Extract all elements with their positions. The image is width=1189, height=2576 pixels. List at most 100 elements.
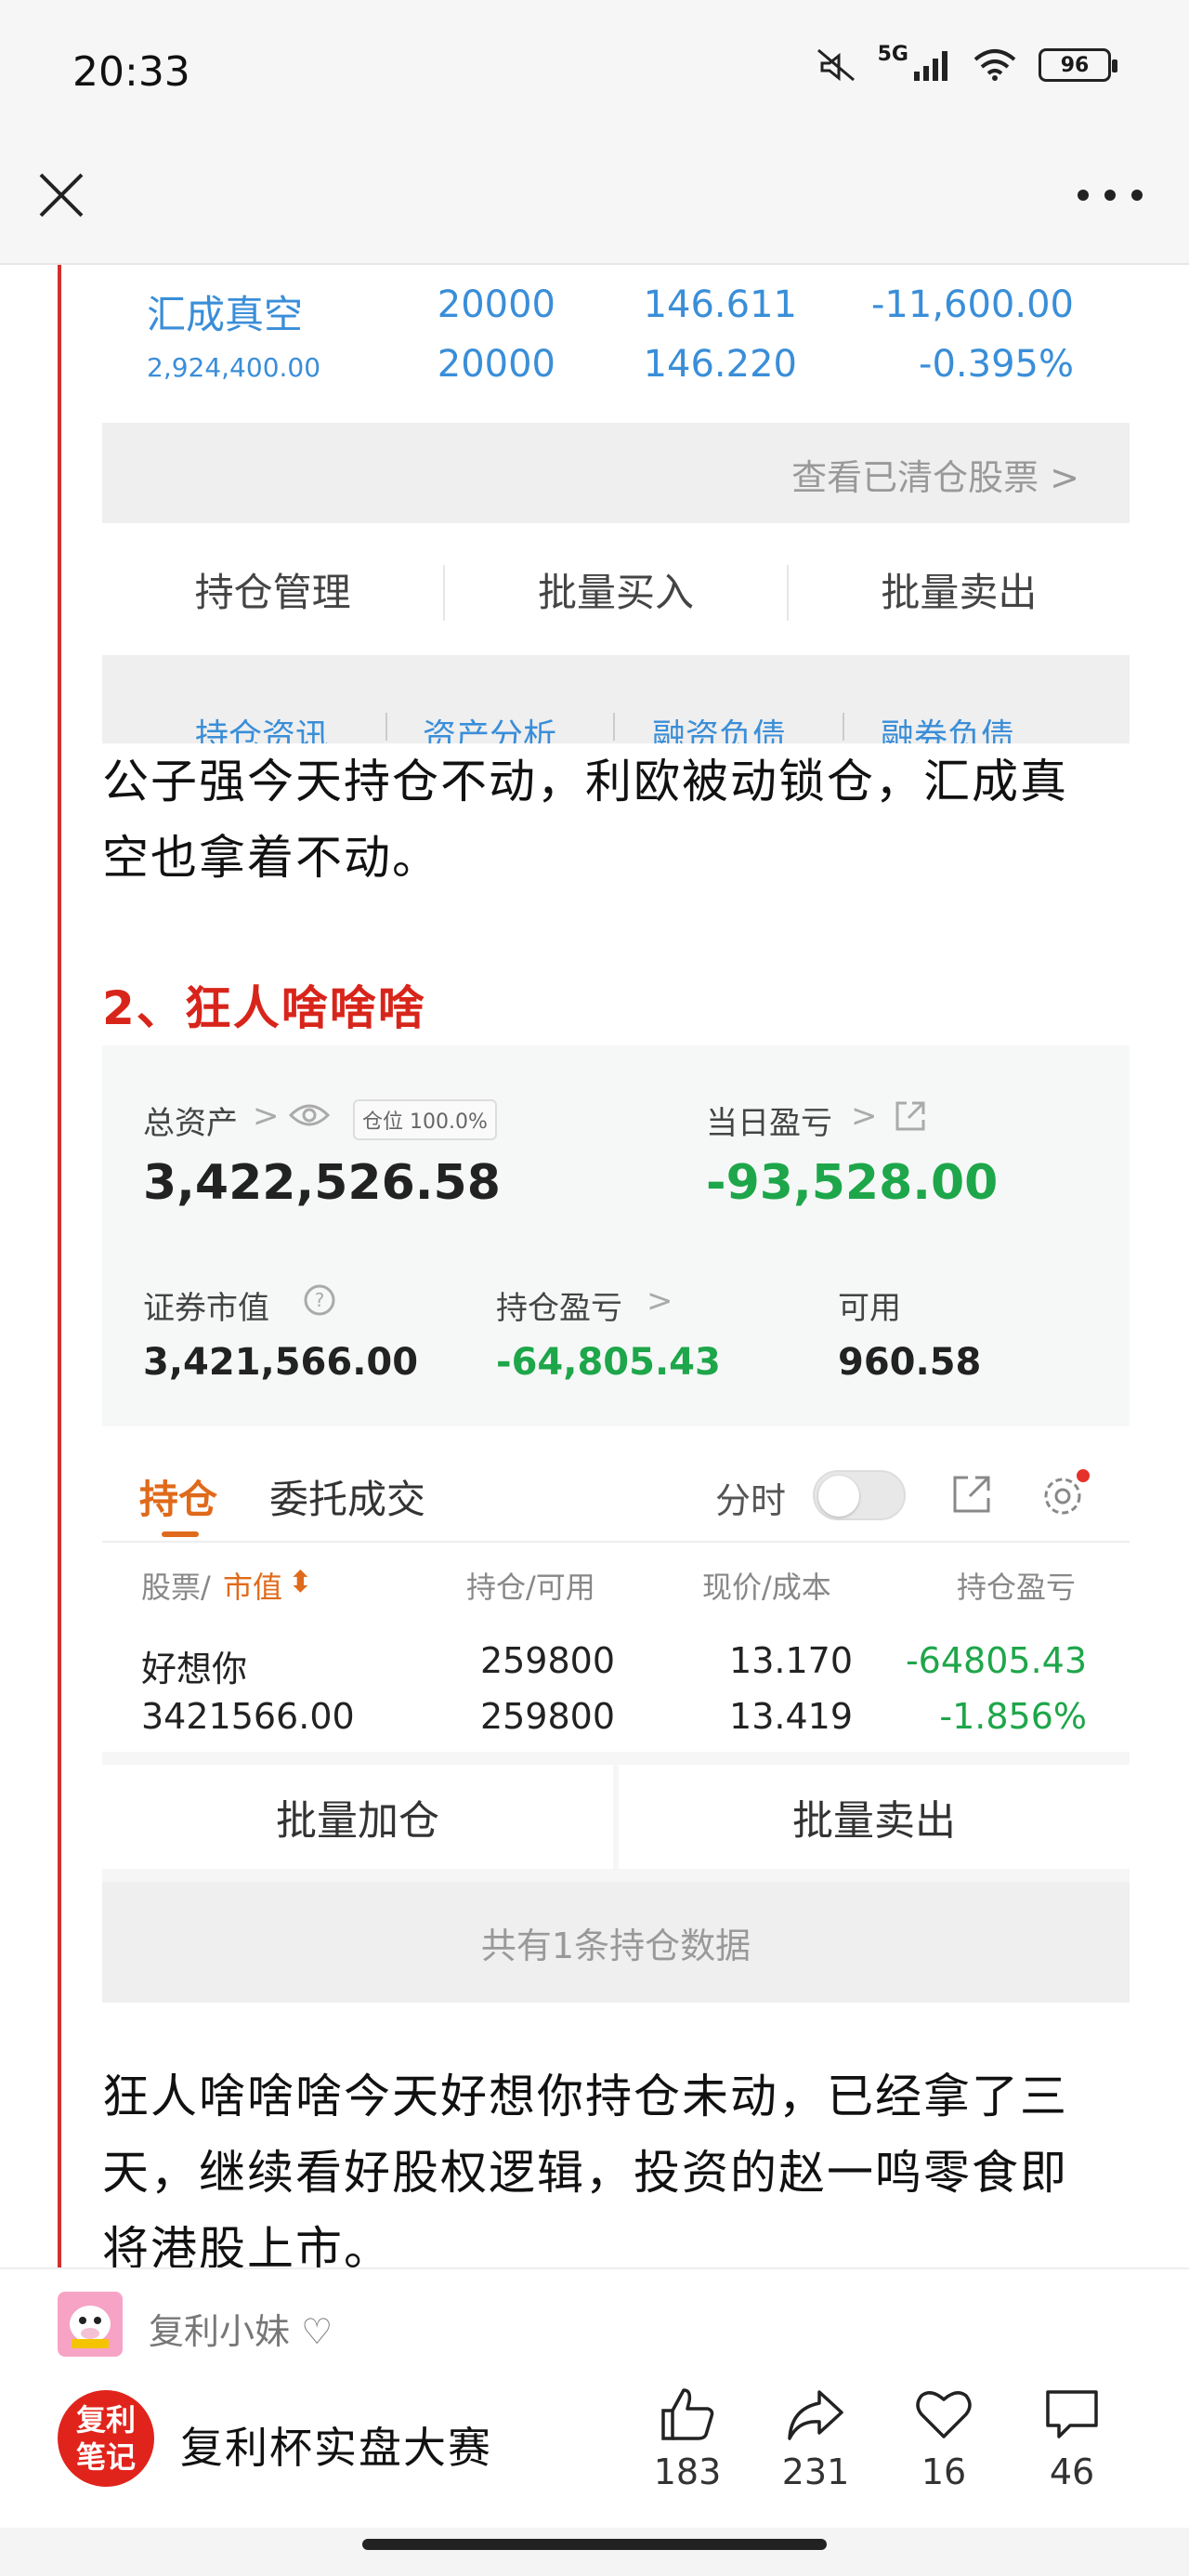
- timeshare-label: 分时: [715, 1480, 787, 1521]
- holdings-actions: 持仓管理 批量买入 批量卖出: [102, 523, 1130, 663]
- help-icon: ?: [304, 1284, 335, 1316]
- stock-name: 好想你: [141, 1649, 248, 1689]
- market-value: 2,924,400.00: [147, 352, 321, 383]
- batch-sell-button: 批量卖出: [619, 1765, 1130, 1869]
- favorite-count: 16: [921, 2451, 967, 2492]
- tab-divider: [613, 713, 615, 741]
- holdings-screenshot-1: 汇成真空 20000 146.611 -11,600.00 2,924,400.…: [102, 265, 1130, 743]
- batch-sell-button: 批量卖出: [881, 570, 1038, 615]
- col-stock: 股票/: [141, 1570, 211, 1605]
- position-tabs: 持仓 委托成交 分时: [102, 1440, 1130, 1543]
- more-options-button[interactable]: [1078, 186, 1143, 204]
- tab-active-indicator: [162, 1531, 199, 1537]
- like-button[interactable]: 183: [641, 2386, 734, 2492]
- market-value: 3,421,566.00: [143, 1341, 419, 1384]
- holding-qty: 20000: [437, 283, 555, 326]
- chevron-right-icon: >: [253, 1097, 280, 1135]
- timeshare-toggle: [813, 1470, 906, 1520]
- manage-holdings-button: 持仓管理: [102, 565, 446, 621]
- mute-icon: [817, 48, 855, 82]
- network-label: 5G: [877, 42, 908, 66]
- brand-name[interactable]: 复利杯实盘大赛: [180, 2414, 492, 2476]
- holding-qty: 259800: [479, 1640, 615, 1681]
- account-summary: 总资产 > 仓位 100.0% 3,422,526.58 当日盈亏 > -93,…: [102, 1045, 1130, 1426]
- market-value: 3421566.00: [141, 1696, 355, 1737]
- info-tabs: 持仓资讯 资产分析 融资负债 融券负债: [102, 655, 1130, 743]
- brand-logo[interactable]: 复利笔记: [58, 2390, 154, 2487]
- home-indicator[interactable]: [362, 2539, 827, 2550]
- current-price: 13.170: [729, 1640, 853, 1681]
- status-icons: 5G 96: [815, 42, 1117, 84]
- cost-price: 146.220: [643, 343, 797, 386]
- holding-pnl: -11,600.00: [870, 283, 1074, 326]
- available-qty: 259800: [479, 1696, 615, 1737]
- settings-gear-icon: [1044, 1469, 1090, 1515]
- more-dot-icon: [1131, 190, 1143, 201]
- tab-holdings: 持仓: [139, 1477, 218, 1522]
- daily-pnl-value: -93,528.00: [706, 1155, 999, 1211]
- article-content[interactable]: 汇成真空 20000 146.611 -11,600.00 2,924,400.…: [0, 265, 1189, 2267]
- holdings-count: 共有1条持仓数据: [102, 1882, 1130, 2003]
- battery-icon: 96: [1039, 48, 1117, 82]
- signal-icon: [914, 51, 947, 81]
- nav-strip: [0, 2528, 1189, 2576]
- comment-button[interactable]: 46: [1026, 2386, 1118, 2492]
- position-ratio-badge: 仓位 100.0%: [353, 1099, 497, 1140]
- thumbs-up-icon: [661, 2388, 714, 2440]
- total-assets-label: 总资产: [143, 1105, 238, 1142]
- status-bar: 20:33 5G 96: [0, 0, 1189, 139]
- batch-buttons: 批量加仓 批量卖出: [102, 1752, 1130, 1882]
- wifi-icon: [973, 49, 1016, 81]
- export-icon: [953, 1476, 990, 1513]
- market-value-label: 证券市值: [143, 1290, 269, 1327]
- holdings-screenshot-2: 总资产 > 仓位 100.0% 3,422,526.58 当日盈亏 > -93,…: [102, 1045, 1130, 2058]
- comment-count: 46: [1049, 2451, 1095, 2492]
- holding-pnl: -64805.43: [905, 1640, 1087, 1681]
- battery-level: 96: [1060, 53, 1090, 77]
- available-qty: 20000: [437, 343, 555, 386]
- pnl-percent: -1.856%: [939, 1696, 1087, 1737]
- quote-bar: [58, 265, 61, 2267]
- share-out-icon: [895, 1101, 925, 1131]
- svg-text:?: ?: [315, 1289, 325, 1311]
- like-count: 183: [653, 2451, 722, 2492]
- share-arrow-icon: [788, 2390, 843, 2440]
- holding-row-line1: 汇成真空 20000 146.611 -11,600.00: [147, 283, 1074, 340]
- status-time: 20:33: [72, 48, 190, 96]
- tab-margin-debt: 融资负债: [652, 717, 787, 743]
- daily-pnl-label: 当日盈亏: [706, 1105, 832, 1142]
- share-button[interactable]: 231: [769, 2386, 862, 2492]
- comment-icon: [1046, 2390, 1098, 2438]
- tab-divider: [843, 713, 844, 741]
- col-qty: 持仓/可用: [466, 1570, 595, 1605]
- section-title-2: 2、狂人啥啥啥: [102, 981, 426, 1035]
- paragraph-2: 狂人啥啥啥今天好想你持仓未动，已经拿了三天，继续看好股权逻辑，投资的赵一鸣零食即…: [102, 2070, 1068, 2267]
- holdings-table-header: 股票/ 市值 ⬍ 持仓/可用 现价/成本 持仓盈亏: [102, 1547, 1130, 1612]
- eye-icon: [288, 1104, 331, 1126]
- cow-avatar-icon: [70, 2306, 111, 2348]
- top-nav: [0, 139, 1189, 265]
- tab-orders: 委托成交: [269, 1477, 426, 1522]
- author-avatar[interactable]: [58, 2292, 123, 2357]
- batch-add-button: 批量加仓: [102, 1765, 613, 1869]
- close-button[interactable]: [33, 167, 89, 223]
- favorite-button[interactable]: 16: [897, 2386, 990, 2492]
- cleared-stocks-bar: 查看已清仓股票 >: [102, 423, 1130, 523]
- holding-pnl-label: 持仓盈亏: [496, 1290, 622, 1327]
- sort-icon: ⬍: [288, 1564, 313, 1599]
- cleared-stocks-link: 查看已清仓股票 >: [791, 457, 1079, 498]
- chevron-right-icon: >: [851, 1097, 878, 1135]
- paragraph-1: 公子强今天持仓不动，利欧被动锁仓，汇成真空也拿着不动。: [102, 755, 1068, 885]
- author-name[interactable]: 复利小妹 ♡: [149, 2303, 333, 2354]
- batch-buy-button: 批量买入: [445, 565, 789, 621]
- share-count: 231: [781, 2451, 850, 2492]
- holding-pnl-value: -64,805.43: [496, 1341, 721, 1384]
- available-value: 960.58: [838, 1341, 982, 1384]
- author-bar[interactable]: 复利小妹 ♡: [0, 2267, 1189, 2360]
- holding-row-line2: 2,924,400.00 20000 146.220 -0.395%: [147, 343, 1074, 386]
- tab-divider: [385, 713, 387, 741]
- available-label: 可用: [838, 1290, 901, 1327]
- current-price: 146.611: [643, 283, 797, 326]
- heart-icon: [916, 2391, 972, 2438]
- col-price: 现价/成本: [702, 1570, 831, 1605]
